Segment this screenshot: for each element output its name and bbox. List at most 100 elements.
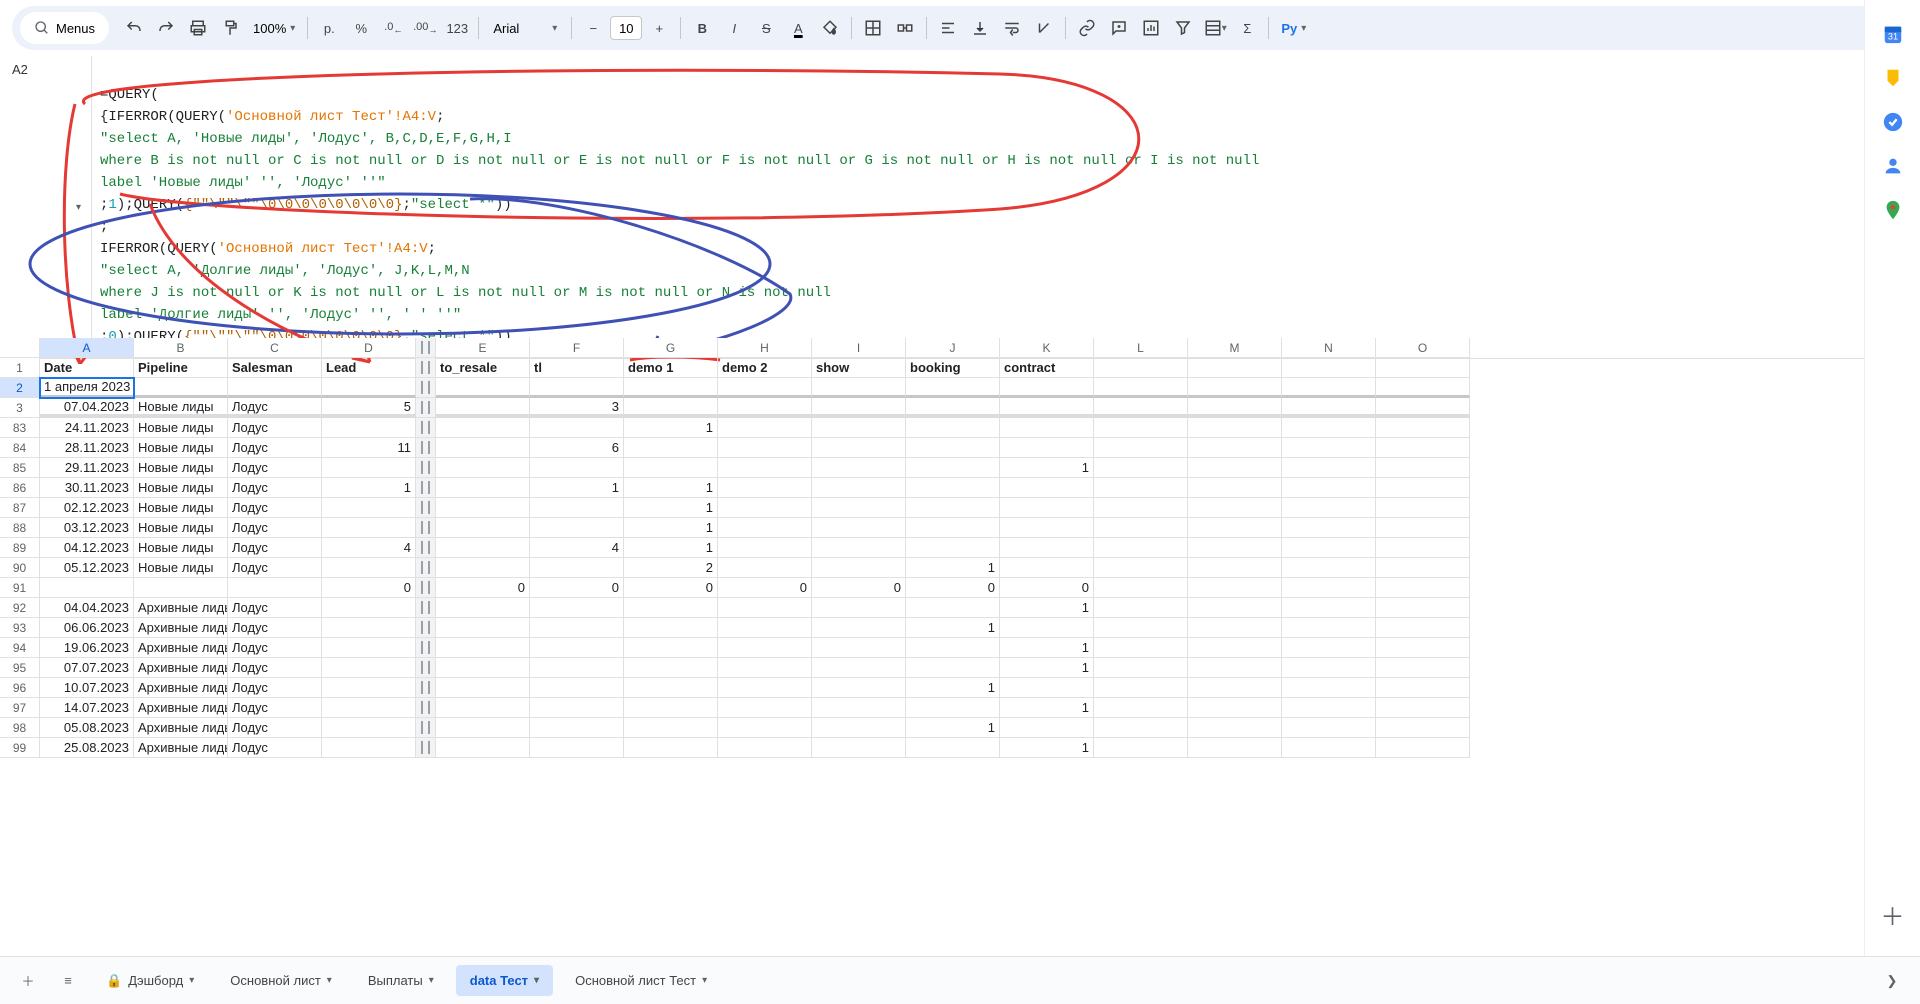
header-cell[interactable]: show [812, 358, 906, 378]
cell[interactable] [812, 398, 906, 418]
cell[interactable] [624, 438, 718, 458]
cell[interactable] [1094, 458, 1188, 478]
link-button[interactable] [1072, 13, 1102, 43]
header-cell[interactable] [1188, 358, 1282, 378]
cell[interactable] [530, 698, 624, 718]
cell[interactable] [906, 658, 1000, 678]
cell[interactable] [1282, 378, 1376, 398]
cell[interactable]: Новые лиды [134, 458, 228, 478]
cell[interactable] [1282, 738, 1376, 758]
cell[interactable]: 0 [322, 578, 416, 598]
cell[interactable] [530, 598, 624, 618]
cell[interactable]: Лодус [228, 638, 322, 658]
cell[interactable] [530, 378, 624, 398]
cell[interactable] [1188, 458, 1282, 478]
cell[interactable] [1282, 438, 1376, 458]
header-cell[interactable]: booking [906, 358, 1000, 378]
italic-button[interactable]: I [719, 13, 749, 43]
cell[interactable]: Лодус [228, 538, 322, 558]
cell[interactable] [718, 518, 812, 538]
cell[interactable]: 6 [530, 438, 624, 458]
cell[interactable]: 1 [624, 538, 718, 558]
column-header[interactable]: K [1000, 338, 1094, 358]
h-align-button[interactable] [933, 13, 963, 43]
python-button[interactable]: Py▾ [1275, 21, 1312, 36]
cell[interactable] [1282, 658, 1376, 678]
percent-button[interactable]: % [346, 13, 376, 43]
cell[interactable] [718, 718, 812, 738]
print-button[interactable] [183, 13, 213, 43]
cell[interactable] [322, 718, 416, 738]
cell[interactable] [906, 398, 1000, 418]
cell[interactable] [1376, 418, 1470, 438]
cell[interactable] [812, 438, 906, 458]
cell[interactable] [1188, 518, 1282, 538]
column-header[interactable]: O [1376, 338, 1470, 358]
cell[interactable] [530, 638, 624, 658]
cell[interactable]: Лодус [228, 618, 322, 638]
text-color-button[interactable]: A [783, 13, 813, 43]
column-header[interactable]: I [812, 338, 906, 358]
cell[interactable] [1282, 478, 1376, 498]
cell[interactable] [228, 378, 322, 398]
cell[interactable] [1188, 638, 1282, 658]
column-header[interactable]: G [624, 338, 718, 358]
cell[interactable]: 4 [322, 538, 416, 558]
cell[interactable]: 0 [812, 578, 906, 598]
cell[interactable]: Новые лиды [134, 518, 228, 538]
cell[interactable] [1188, 598, 1282, 618]
cell[interactable]: 1 [1000, 738, 1094, 758]
cell[interactable] [718, 678, 812, 698]
cell[interactable] [436, 498, 530, 518]
cell[interactable] [530, 618, 624, 638]
cell[interactable] [624, 718, 718, 738]
tab-payouts[interactable]: Выплаты▾ [354, 965, 448, 996]
cell[interactable]: Лодус [228, 658, 322, 678]
cell[interactable] [322, 558, 416, 578]
cell[interactable]: 1 [1000, 598, 1094, 618]
cell[interactable]: 07.07.2023 [40, 658, 134, 678]
cell[interactable] [718, 638, 812, 658]
tab-main-test[interactable]: Основной лист Тест▾ [561, 965, 721, 996]
cell[interactable] [322, 518, 416, 538]
cell[interactable] [1282, 558, 1376, 578]
cell[interactable] [1282, 518, 1376, 538]
cell[interactable] [1376, 578, 1470, 598]
cell[interactable] [1000, 718, 1094, 738]
cell[interactable]: Новые лиды [134, 418, 228, 438]
cell[interactable]: 5 [322, 398, 416, 418]
cell[interactable]: Архивные лиды [134, 678, 228, 698]
cell[interactable] [322, 638, 416, 658]
cell[interactable] [1094, 638, 1188, 658]
cell[interactable] [1282, 538, 1376, 558]
wrap-button[interactable] [997, 13, 1027, 43]
cell[interactable]: 1 апреля 2023 г. [40, 378, 134, 398]
cell[interactable] [1094, 738, 1188, 758]
cell[interactable] [1000, 538, 1094, 558]
cell[interactable] [906, 378, 1000, 398]
cell[interactable] [906, 638, 1000, 658]
rotate-button[interactable] [1029, 13, 1059, 43]
cell[interactable] [812, 658, 906, 678]
cell[interactable] [718, 738, 812, 758]
cell[interactable]: 05.08.2023 [40, 718, 134, 738]
cell[interactable] [624, 618, 718, 638]
cell[interactable] [436, 458, 530, 478]
cell[interactable] [812, 618, 906, 638]
increase-decimal-button[interactable]: .00→ [410, 13, 440, 43]
cell[interactable] [1188, 738, 1282, 758]
cell[interactable] [1282, 398, 1376, 418]
cell[interactable] [812, 518, 906, 538]
cell[interactable]: 4 [530, 538, 624, 558]
header-cell[interactable]: demo 2 [718, 358, 812, 378]
currency-button[interactable]: р. [314, 13, 344, 43]
column-header[interactable]: F [530, 338, 624, 358]
cell[interactable] [718, 598, 812, 618]
cell[interactable] [436, 438, 530, 458]
contacts-icon[interactable] [1881, 154, 1905, 178]
cell[interactable] [1188, 578, 1282, 598]
cell[interactable] [906, 458, 1000, 478]
cell[interactable] [624, 598, 718, 618]
cell[interactable] [1282, 418, 1376, 438]
maps-icon[interactable] [1881, 198, 1905, 222]
